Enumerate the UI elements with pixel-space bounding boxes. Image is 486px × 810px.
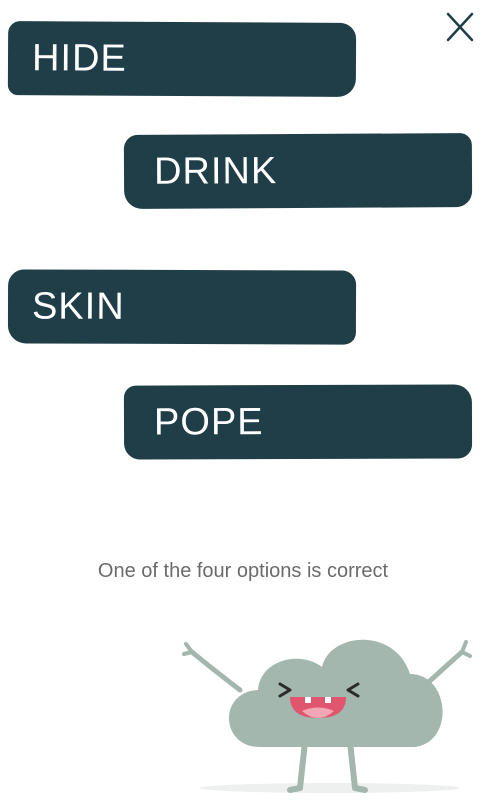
close-icon [446, 12, 474, 42]
cloud-mascot-illustration [180, 612, 480, 810]
answer-option-drink[interactable]: DRINK [123, 133, 473, 209]
answer-option-hide[interactable]: HIDE [7, 21, 357, 97]
hint-text: One of the four options is correct [97, 560, 389, 582]
answer-option-skin[interactable]: SKIN [7, 269, 357, 345]
answer-option-label: DRINK [153, 149, 278, 193]
answer-option-label: POPE [153, 400, 264, 444]
answer-option-label: SKIN [31, 284, 125, 328]
close-button[interactable] [440, 6, 480, 46]
answer-option-pope[interactable]: POPE [123, 384, 473, 460]
answer-option-label: HIDE [31, 36, 127, 80]
